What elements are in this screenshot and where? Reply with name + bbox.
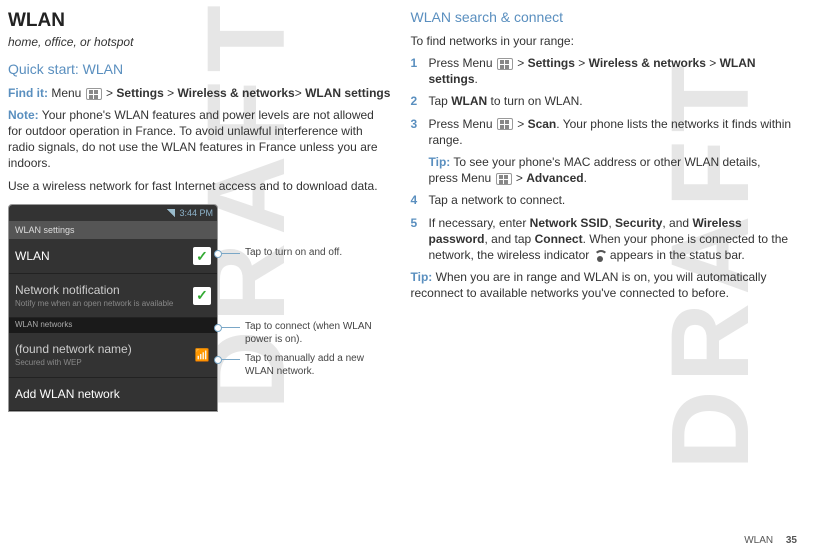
tip-label: Tip:: [429, 155, 451, 169]
menu-icon: [496, 173, 512, 185]
page-title: WLAN: [8, 8, 391, 34]
menu-icon: [497, 58, 513, 70]
phone-screenshot: 3:44 PM WLAN settings WLAN ✓ Network not…: [8, 204, 218, 412]
tip-label: Tip:: [411, 270, 433, 284]
menu-icon: [497, 118, 513, 130]
callout-connect: Tap to connect (when WLAN power is on).: [218, 320, 391, 347]
wlan-toggle-row[interactable]: WLAN ✓: [9, 239, 217, 274]
note-label: Note:: [8, 108, 39, 122]
found-network-name: (found network name): [15, 342, 132, 356]
findit-label: Find it:: [8, 86, 48, 100]
notif-title: Network notification: [15, 283, 120, 297]
note-paragraph: Note: Your phone's WLAN features and pow…: [8, 107, 391, 172]
step-4: Tap a network to connect.: [411, 192, 794, 208]
callout-add: Tap to manually add a new WLAN network.: [218, 352, 391, 379]
networks-header: WLAN networks: [9, 318, 217, 333]
found-network-row[interactable]: (found network name) Secured with WEP 📶: [9, 333, 217, 377]
quickstart-heading: Quick start: WLAN: [8, 60, 391, 79]
final-tip: Tip: When you are in range and WLAN is o…: [411, 269, 794, 301]
checkbox-icon: ✓: [193, 247, 211, 265]
step-3: Press Menu > Scan. Your phone lists the …: [411, 116, 794, 187]
step-1: Press Menu > Settings > Wireless & netwo…: [411, 55, 794, 87]
intro-text: To find networks in your range:: [411, 33, 794, 49]
wifi-indicator-icon: [593, 250, 607, 262]
wlan-row-label: WLAN: [15, 248, 50, 264]
network-notification-row[interactable]: Network notification Notify me when an o…: [9, 274, 217, 318]
add-wlan-row[interactable]: Add WLAN network: [9, 378, 217, 411]
callout-toggle: Tap to turn on and off.: [218, 246, 342, 260]
menu-icon: [86, 88, 102, 100]
status-time: 3:44 PM: [179, 207, 213, 219]
wifi-signal-icon: 📶: [193, 346, 211, 364]
search-connect-heading: WLAN search & connect: [411, 8, 794, 27]
checkbox-icon: ✓: [193, 287, 211, 305]
findit-line: Find it: Menu > Settings > Wireless & ne…: [8, 85, 391, 101]
step-2: Tap WLAN to turn on WLAN.: [411, 93, 794, 109]
found-network-sub: Secured with WEP: [15, 358, 132, 369]
notif-sub: Notify me when an open network is availa…: [15, 299, 173, 310]
step3-tip: Tip: To see your phone's MAC address or …: [429, 154, 794, 186]
step-5: If necessary, enter Network SSID, Securi…: [411, 215, 794, 264]
settings-titlebar: WLAN settings: [9, 221, 217, 239]
body-text: Use a wireless network for fast Internet…: [8, 178, 391, 194]
status-bar: 3:44 PM: [9, 205, 217, 221]
signal-icon: [167, 209, 175, 217]
subtitle: home, office, or hotspot: [8, 34, 391, 50]
add-wlan-label: Add WLAN network: [15, 386, 120, 402]
